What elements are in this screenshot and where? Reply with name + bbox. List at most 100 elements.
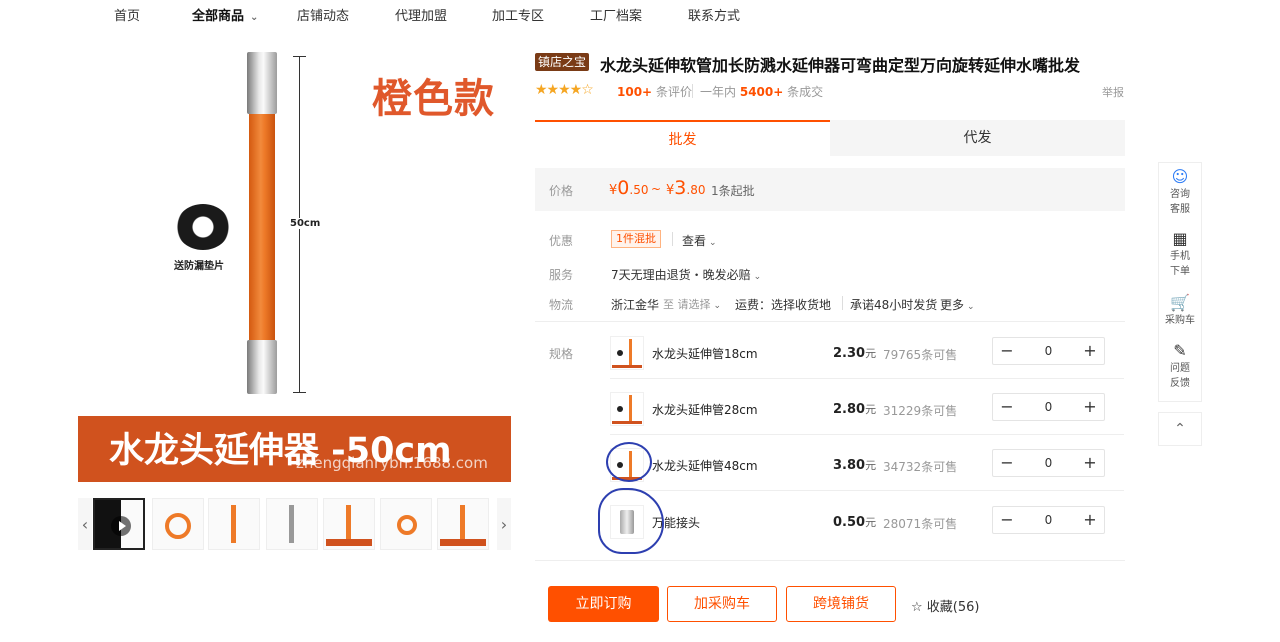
thumb-next-arrow[interactable]: › [497,498,511,550]
pipe-top-connector [247,52,277,114]
chevron-down-icon: ⌄ [709,238,717,248]
back-to-top-button[interactable]: ⌃ [1158,412,1202,446]
thumb-prev-arrow[interactable]: ‹ [78,498,92,550]
quantity-input[interactable]: 0 [1021,394,1076,420]
sku-price-unit: 元 [865,347,877,360]
sku-thumbnail[interactable] [610,392,644,426]
quantity-stepper: − 0 + [992,393,1105,421]
cart-button[interactable]: 🛒 采购车 [1159,293,1201,328]
rating-stars-icon: ★★★★☆ [535,82,594,98]
service-label: 服务 [549,268,574,282]
shipping-fee: 运费：选择收货地 [735,298,832,312]
divider [842,296,843,310]
cross-border-button[interactable]: 跨境铺货 [786,586,896,622]
sku-thumbnail[interactable] [610,336,644,370]
decrement-button[interactable]: − [993,450,1021,476]
logistics-more[interactable]: 更多 ⌄ [940,296,975,313]
thumb-image[interactable] [380,498,432,550]
chevron-down-icon: ⌄ [250,12,259,23]
color-variant-tag: 橙色款 [372,76,495,122]
mobile-order-button[interactable]: ▦ 手机下单 [1159,229,1201,279]
price-min-dec: .50 [629,183,649,197]
quantity-input[interactable]: 0 [1021,338,1076,364]
increment-button[interactable]: + [1076,338,1104,364]
price-label: 价格 [549,184,574,198]
cart-label: 采购车 [1165,315,1195,326]
side-toolbar: ☺ 咨询客服 ▦ 手机下单 🛒 采购车 ✎ 问题反馈 [1158,162,1202,402]
sku-price: 2.30元 [833,345,876,361]
reviews-meta[interactable]: 100+ 条评价 [617,83,692,100]
increment-button[interactable]: + [1076,507,1104,533]
logistics-more-label: 更多 [940,298,965,312]
thumb-image[interactable] [323,498,375,550]
thumb-image[interactable] [437,498,489,550]
quantity-input[interactable]: 0 [1021,450,1076,476]
quantity-input[interactable]: 0 [1021,507,1076,533]
tab-dropship[interactable]: 代发 [830,120,1125,156]
promo-view-link[interactable]: 查看 ⌄ [682,232,717,249]
thumb-image[interactable] [152,498,204,550]
tab-wholesale[interactable]: 批发 [535,120,830,156]
sku-name: 水龙头延伸管28cm [652,403,758,417]
promo-tag: 1件混批 [611,230,661,248]
chat-icon: ☺ [1171,167,1189,186]
sku-stock-value: 34732 [883,460,922,474]
edit-icon: ✎ [1173,341,1187,360]
nav-processing[interactable]: 加工专区 [492,5,544,24]
add-to-cart-button[interactable]: 加采购车 [667,586,777,622]
thumb-video[interactable] [93,498,145,550]
decrement-button[interactable]: − [993,394,1021,420]
decrement-button[interactable]: − [993,507,1021,533]
increment-button[interactable]: + [1076,450,1104,476]
sku-stock-value: 79765 [883,348,922,362]
order-now-button[interactable]: 立即订购 [548,586,659,622]
sku-stock-value: 28071 [883,517,922,531]
sku-stock-suffix: 条可售 [921,348,958,362]
logistics-origin: 浙江金华 [611,298,660,312]
sku-price-unit: 元 [865,403,877,416]
divider [610,490,1124,491]
nav-factory[interactable]: 工厂档案 [590,5,642,24]
nav-store-news[interactable]: 店铺动态 [297,5,349,24]
image-watermark: zhengqianrybn.1688.com [296,454,488,472]
logistics-destination-select[interactable]: 至 请选择 ⌄ [663,296,721,312]
chevron-down-icon: ⌄ [967,302,975,312]
service-info[interactable]: 7天无理由退货・晚发必赔 ⌄ [611,266,761,283]
favorite-label: 收藏(56) [926,600,980,615]
report-link[interactable]: 举报 [1102,84,1124,100]
customer-service-label: 咨询客服 [1170,189,1190,215]
sku-stock-suffix: 条可售 [921,404,958,418]
price-max: ¥3.80 [666,177,705,199]
nav-contact[interactable]: 联系方式 [688,5,740,24]
sales-period: 一年内 [700,85,737,99]
customer-service-button[interactable]: ☺ 咨询客服 [1159,167,1201,217]
divider [535,560,1125,561]
star-outline-icon: ☆ [911,600,923,615]
thumb-image[interactable] [208,498,260,550]
washer-label: 送防漏垫片 [174,261,224,272]
top-nav: 首页 全部商品 ⌄ 店铺动态 代理加盟 加工专区 工厂档案 联系方式 [0,0,1280,28]
decrement-button[interactable]: − [993,338,1021,364]
quantity-stepper: − 0 + [992,449,1105,477]
increment-button[interactable]: + [1076,394,1104,420]
logistics-label: 物流 [549,298,574,312]
sku-name: 水龙头延伸管18cm [652,347,758,361]
nav-agent[interactable]: 代理加盟 [395,5,447,24]
promo-label: 优惠 [549,234,574,248]
sku-stock-suffix: 条可售 [921,517,958,531]
nav-all-products[interactable]: 全部商品 ⌄ [192,5,258,24]
sku-price-unit: 元 [865,459,877,472]
favorite-button[interactable]: ☆ 收藏(56) [911,596,979,615]
sku-stock: 31229条可售 [883,402,957,419]
reviews-label: 条评价 [655,85,692,99]
washer-image [176,204,230,250]
sku-name: 水龙头延伸管48cm [652,459,758,473]
delivery-promise: 承诺48小时发货 [850,298,938,312]
nav-home[interactable]: 首页 [114,5,140,24]
thumb-image[interactable] [266,498,318,550]
sales-meta: 一年内 5400+ 条成交 [700,83,823,100]
feedback-button[interactable]: ✎ 问题反馈 [1159,341,1201,391]
sku-price: 0.50元 [833,514,876,530]
sku-price-value: 2.80 [833,402,866,417]
sales-count: 5400+ [739,85,784,99]
